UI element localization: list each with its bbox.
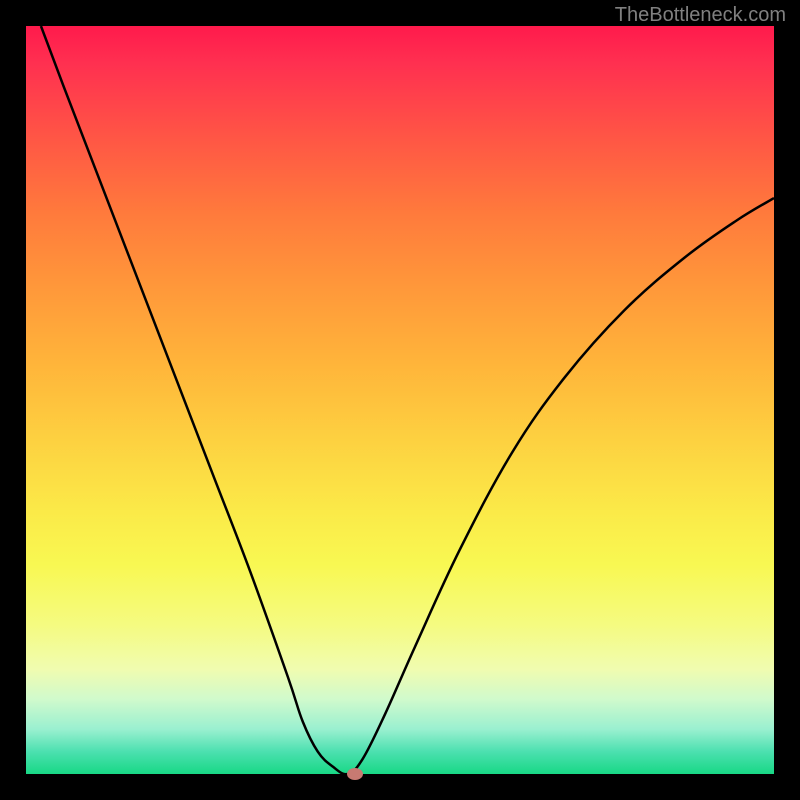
chart-plot-area xyxy=(26,26,774,774)
watermark-text: TheBottleneck.com xyxy=(615,4,786,27)
bottleneck-marker xyxy=(347,768,363,780)
bottleneck-curve xyxy=(26,26,774,774)
